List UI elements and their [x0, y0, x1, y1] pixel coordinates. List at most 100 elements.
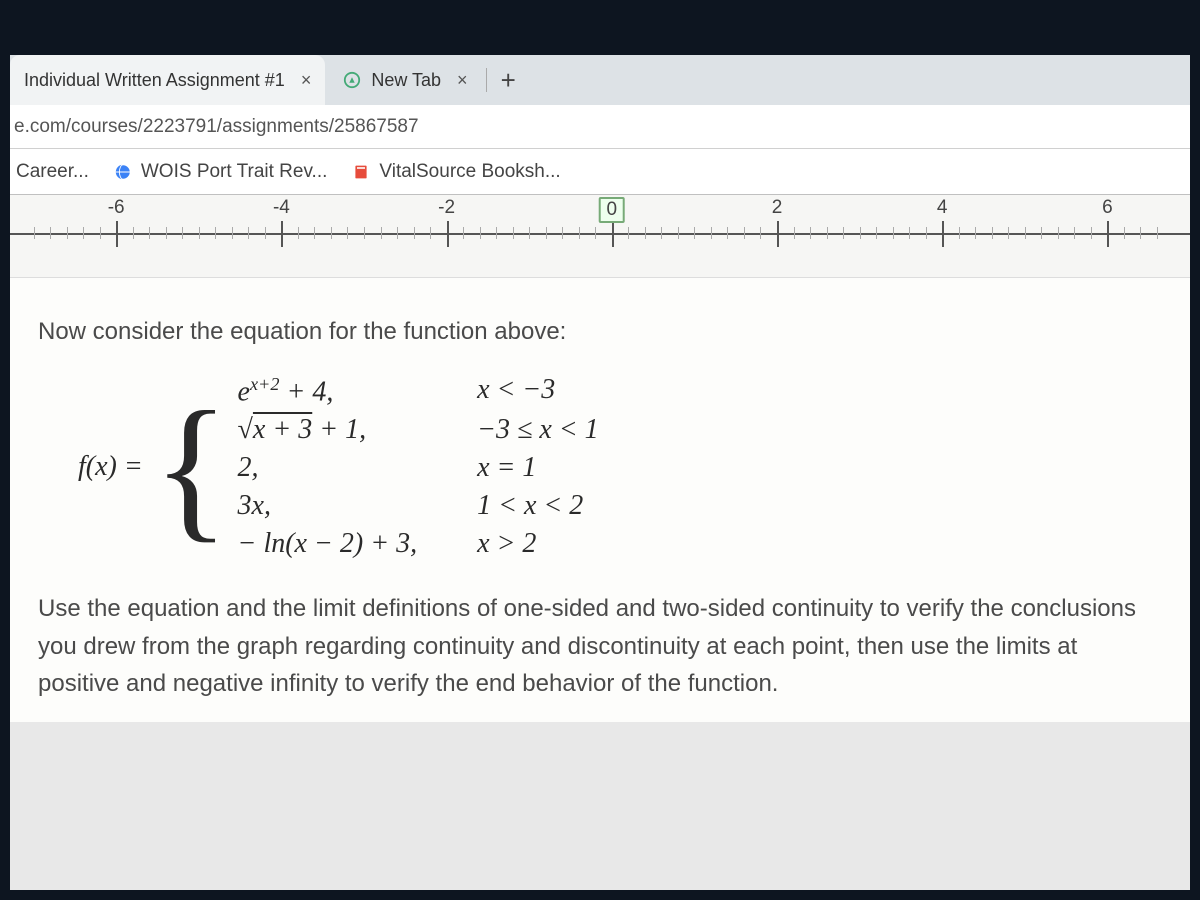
- case-expression: √x + 3 + 1,: [238, 414, 418, 446]
- minor-tick: [1074, 227, 1075, 239]
- minor-tick: [34, 227, 35, 239]
- bookmark-wois[interactable]: WOIS Port Trait Rev...: [113, 161, 328, 183]
- minor-tick: [298, 227, 299, 239]
- tick-label: 2: [772, 197, 783, 219]
- minor-tick: [893, 227, 894, 239]
- minor-tick: [1025, 227, 1026, 239]
- minor-tick: [1008, 227, 1009, 239]
- close-icon[interactable]: ×: [301, 70, 312, 91]
- minor-tick: [265, 227, 266, 239]
- minor-tick: [182, 227, 183, 239]
- tab-assignment[interactable]: Individual Written Assignment #1 ×: [10, 55, 325, 105]
- minor-tick: [926, 227, 927, 239]
- minor-tick: [1058, 227, 1059, 239]
- minor-tick: [414, 227, 415, 239]
- minor-tick: [562, 227, 563, 239]
- minor-tick: [876, 227, 877, 239]
- book-icon: [351, 162, 371, 182]
- minor-tick: [232, 227, 233, 239]
- tab-title: Individual Written Assignment #1: [24, 70, 285, 91]
- minor-tick: [843, 227, 844, 239]
- tick-label: -4: [273, 197, 290, 219]
- minor-tick: [711, 227, 712, 239]
- case-condition: x < −3: [477, 374, 599, 408]
- minor-tick: [83, 227, 84, 239]
- prompt-text: Now consider the equation for the functi…: [38, 318, 1162, 346]
- minor-tick: [166, 227, 167, 239]
- case-condition: x = 1: [477, 452, 599, 484]
- minor-tick: [149, 227, 150, 239]
- tab-new-tab[interactable]: New Tab ×: [329, 55, 481, 105]
- minor-tick: [248, 227, 249, 239]
- minor-tick: [331, 227, 332, 239]
- minor-tick: [133, 227, 134, 239]
- minor-tick: [975, 227, 976, 239]
- piecewise-function: f(x) = { ex+2 + 4,x < −3√x + 3 + 1,−3 ≤ …: [78, 374, 1162, 560]
- major-tick: [612, 221, 614, 247]
- page-content: -6-4-20246 Now consider the equation for…: [10, 195, 1190, 722]
- tick-label: 0: [599, 197, 626, 223]
- major-tick: [447, 221, 449, 247]
- case-expression: 3x,: [238, 490, 418, 522]
- minor-tick: [727, 227, 728, 239]
- minor-tick: [215, 227, 216, 239]
- major-tick: [281, 221, 283, 247]
- major-tick: [116, 221, 118, 247]
- minor-tick: [628, 227, 629, 239]
- minor-tick: [959, 227, 960, 239]
- major-tick: [942, 221, 944, 247]
- bookmark-career[interactable]: Career...: [16, 161, 89, 183]
- url-text: e.com/courses/2223791/assignments/258675…: [14, 116, 419, 138]
- minor-tick: [314, 227, 315, 239]
- left-brace: {: [153, 403, 230, 531]
- bookmark-label: WOIS Port Trait Rev...: [141, 161, 328, 183]
- tick-label: 6: [1102, 197, 1113, 219]
- address-bar[interactable]: e.com/courses/2223791/assignments/258675…: [10, 105, 1190, 149]
- new-tab-button[interactable]: +: [487, 65, 530, 96]
- minor-tick: [1157, 227, 1158, 239]
- minor-tick: [1140, 227, 1141, 239]
- globe-icon: [113, 162, 133, 182]
- problem-body: Now consider the equation for the functi…: [10, 278, 1190, 722]
- minor-tick: [678, 227, 679, 239]
- minor-tick: [909, 227, 910, 239]
- case-expression: ex+2 + 4,: [238, 374, 418, 408]
- minor-tick: [694, 227, 695, 239]
- case-condition: x > 2: [477, 528, 599, 560]
- minor-tick: [827, 227, 828, 239]
- minor-tick: [529, 227, 530, 239]
- minor-tick: [364, 227, 365, 239]
- screen: Individual Written Assignment #1 × New T…: [10, 55, 1190, 890]
- number-line: -6-4-20246: [10, 199, 1190, 263]
- axis-line: [10, 233, 1190, 235]
- minor-tick: [579, 227, 580, 239]
- instruction-text: Use the equation and the limit definitio…: [38, 590, 1162, 702]
- minor-tick: [480, 227, 481, 239]
- minor-tick: [381, 227, 382, 239]
- minor-tick: [860, 227, 861, 239]
- minor-tick: [1091, 227, 1092, 239]
- browser-tab-strip: Individual Written Assignment #1 × New T…: [10, 55, 1190, 105]
- minor-tick: [760, 227, 761, 239]
- bookmark-label: VitalSource Booksh...: [379, 161, 560, 183]
- minor-tick: [199, 227, 200, 239]
- bookmark-vitalsource[interactable]: VitalSource Booksh...: [351, 161, 560, 183]
- minor-tick: [430, 227, 431, 239]
- function-lhs: f(x) =: [78, 451, 143, 483]
- number-line-region: -6-4-20246: [10, 195, 1190, 278]
- minor-tick: [67, 227, 68, 239]
- tick-label: -6: [108, 197, 125, 219]
- minor-tick: [463, 227, 464, 239]
- major-tick: [777, 221, 779, 247]
- case-expression: 2,: [238, 452, 418, 484]
- bookmark-label: Career...: [16, 161, 89, 183]
- minor-tick: [1124, 227, 1125, 239]
- tick-label: 4: [937, 197, 948, 219]
- bookmarks-bar: Career... WOIS Port Trait Rev... VitalSo…: [10, 149, 1190, 195]
- minor-tick: [645, 227, 646, 239]
- minor-tick: [1041, 227, 1042, 239]
- minor-tick: [100, 227, 101, 239]
- minor-tick: [496, 227, 497, 239]
- minor-tick: [661, 227, 662, 239]
- close-icon[interactable]: ×: [457, 70, 468, 91]
